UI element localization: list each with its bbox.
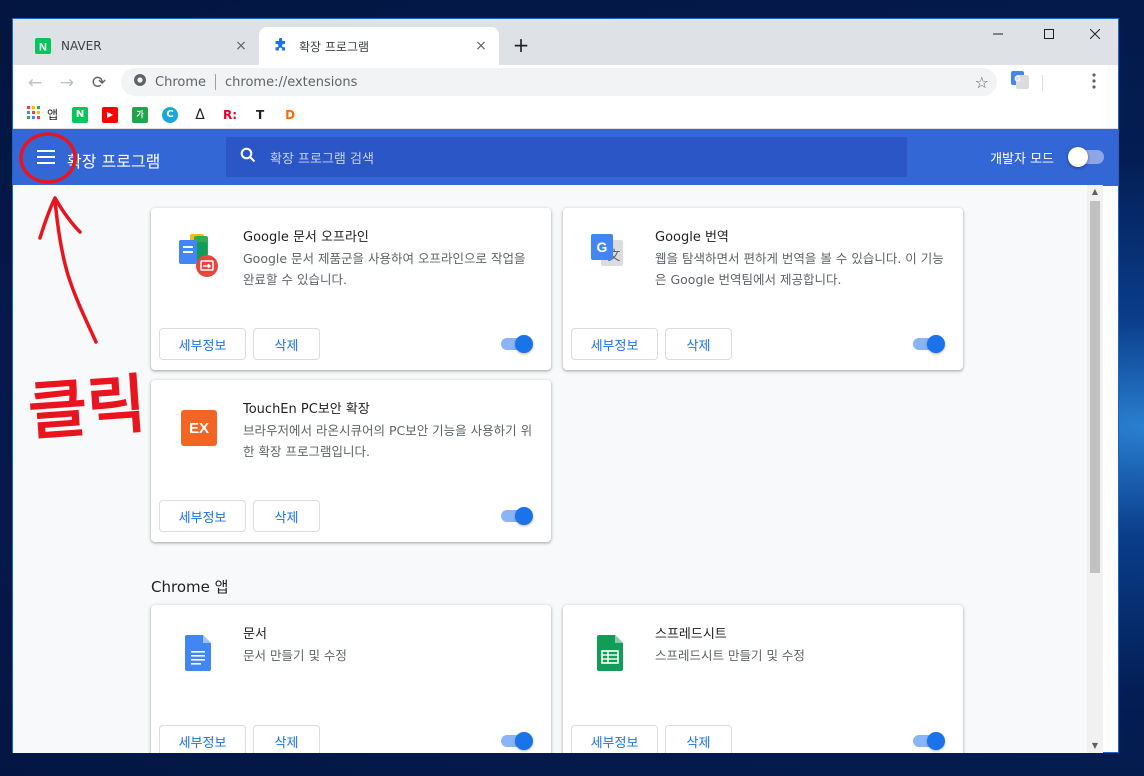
omnibox-chip: Chrome <box>155 74 206 90</box>
scroll-up-arrow-icon[interactable]: ▲ <box>1087 185 1103 199</box>
extensions-list: Google 문서 오프라인 Google 문서 제품군을 사용하여 오프라인으… <box>13 185 1103 753</box>
tab-naver[interactable]: N NAVER × <box>21 27 259 65</box>
remove-button[interactable]: 삭제 <box>253 328 320 360</box>
apps-grid-icon <box>27 106 41 123</box>
forward-button[interactable]: → <box>53 69 81 97</box>
close-window-button[interactable] <box>1072 19 1118 49</box>
scroll-down-arrow-icon[interactable]: ▼ <box>1087 739 1103 753</box>
delta-icon[interactable]: Δ <box>192 107 208 123</box>
extension-card: EX TouchEn PC보안 확장 브라우저에서 라온시큐어의 PC보안 기능… <box>151 380 551 542</box>
remove-button[interactable]: 삭제 <box>665 725 732 753</box>
extension-card: Google 문서 오프라인 Google 문서 제품군을 사용하여 오프라인으… <box>151 208 551 370</box>
extension-name: Google 번역 <box>655 230 729 245</box>
details-button[interactable]: 세부정보 <box>159 328 246 360</box>
toolbar: ← → ⟳ Chrome chrome://extensions ☆ G <box>13 65 1118 101</box>
divider <box>215 74 216 90</box>
svg-text:N: N <box>39 42 47 54</box>
bookmark-t-icon[interactable]: T <box>252 107 268 123</box>
minimize-button[interactable] <box>975 19 1021 49</box>
chrome-icon <box>133 73 147 91</box>
toggle-knob <box>1068 147 1088 167</box>
app-desc: 문서 만들기 및 수정 <box>243 648 347 663</box>
extension-name: Google 문서 오프라인 <box>243 230 369 245</box>
omnibox[interactable]: Chrome chrome://extensions ☆ <box>121 68 997 96</box>
youtube-icon[interactable]: ▶ <box>102 106 119 123</box>
app-card: 문서 문서 만들기 및 수정 세부정보 삭제 <box>151 605 551 753</box>
details-button[interactable]: 세부정보 <box>571 725 658 753</box>
toolbar-divider <box>1042 75 1043 91</box>
tab-title: NAVER <box>61 39 102 53</box>
google-translate-ext-icon[interactable]: G <box>1011 71 1029 93</box>
bookmark-cyan-icon[interactable]: C <box>162 106 179 123</box>
extension-desc: 웹을 탐색하면서 편하게 번역을 볼 수 있습니다. 이 기능은 Google … <box>655 251 944 287</box>
tab-title: 확장 프로그램 <box>299 39 370 54</box>
remove-button[interactable]: 삭제 <box>253 500 320 532</box>
dev-mode-toggle[interactable] <box>1068 147 1104 167</box>
extension-card: 文G Google 번역 웹을 탐색하면서 편하게 번역을 볼 수 있습니다. … <box>563 208 963 370</box>
close-icon[interactable]: × <box>233 38 249 54</box>
toggle-knob <box>927 732 945 750</box>
scrollbar-thumb[interactable] <box>1090 201 1100 573</box>
app-desc: 스프레드시트 만들기 및 수정 <box>655 648 805 663</box>
remove-button[interactable]: 삭제 <box>253 725 320 753</box>
page-title: 확장 프로그램 <box>67 152 161 171</box>
tab-extensions[interactable]: 확장 프로그램 × <box>259 27 499 65</box>
star-icon[interactable]: ☆ <box>975 73 989 92</box>
section-title-chrome-apps: Chrome 앱 <box>151 578 229 596</box>
toggle-knob <box>515 507 533 525</box>
toggle-knob <box>927 335 945 353</box>
app-name: 스프레드시트 <box>655 627 727 642</box>
tab-strip: N NAVER × 확장 프로그램 × + <box>13 19 1118 65</box>
bookmark-label: 앱 <box>47 108 59 122</box>
enable-toggle[interactable] <box>913 335 945 353</box>
reload-button[interactable]: ⟳ <box>85 69 113 97</box>
touchen-ex-icon: EX <box>173 402 225 454</box>
remove-button[interactable]: 삭제 <box>665 328 732 360</box>
bookmark-apps[interactable]: 앱 <box>27 106 58 123</box>
touchen-ex-glyph: EX <box>181 410 217 446</box>
new-tab-button[interactable]: + <box>509 33 533 57</box>
details-button[interactable]: 세부정보 <box>159 500 246 532</box>
bookmark-r-icon[interactable]: R: <box>222 107 238 123</box>
menu-hamburger-icon[interactable] <box>37 148 55 166</box>
bookmark-d-icon[interactable]: D <box>282 107 298 123</box>
back-button[interactable]: ← <box>21 69 49 97</box>
google-docs-icon <box>173 627 225 679</box>
google-sheets-icon <box>585 627 637 679</box>
extensions-header: 확장 프로그램 확장 프로그램 검색 개발자 모드 <box>13 129 1118 186</box>
extension-name: TouchEn PC보안 확장 <box>243 402 370 417</box>
maximize-button[interactable] <box>1026 19 1072 49</box>
search-icon <box>240 147 256 167</box>
scrollbar[interactable]: ▲ ▼ <box>1087 185 1103 753</box>
enable-toggle[interactable] <box>913 732 945 750</box>
details-button[interactable]: 세부정보 <box>571 328 658 360</box>
search-placeholder: 확장 프로그램 검색 <box>270 151 374 167</box>
details-button[interactable]: 세부정보 <box>159 725 246 753</box>
enable-toggle[interactable] <box>501 732 533 750</box>
extension-desc: Google 문서 제품군을 사용하여 오프라인으로 작업을 완료할 수 있습니… <box>243 251 526 287</box>
enable-toggle[interactable] <box>501 335 533 353</box>
google-translate-icon: 文G <box>585 230 637 282</box>
bookmark-ga-icon[interactable]: 가 <box>132 106 149 123</box>
svg-text:G: G <box>1014 75 1020 84</box>
search-input[interactable]: 확장 프로그램 검색 <box>226 137 907 177</box>
google-docs-offline-icon <box>173 230 225 282</box>
menu-dots-icon[interactable] <box>1091 72 1097 94</box>
app-name: 문서 <box>243 627 267 642</box>
naver-icon: N <box>35 38 51 54</box>
enable-toggle[interactable] <box>501 507 533 525</box>
naver-icon[interactable]: N <box>72 106 89 123</box>
svg-text:G: G <box>597 239 608 255</box>
omnibox-url: chrome://extensions <box>225 74 358 90</box>
toggle-knob <box>515 732 533 750</box>
app-card: 스프레드시트 스프레드시트 만들기 및 수정 세부정보 삭제 <box>563 605 963 753</box>
close-icon[interactable]: × <box>473 38 489 54</box>
extension-desc: 브라우저에서 라온시큐어의 PC보안 기능을 사용하기 위한 확장 프로그램입니… <box>243 423 533 459</box>
puzzle-icon <box>273 38 289 54</box>
toggle-knob <box>515 335 533 353</box>
bookmarks-bar: 앱 N ▶ 가 C Δ R: T D <box>13 101 1118 129</box>
dev-mode-label: 개발자 모드 <box>990 152 1054 167</box>
